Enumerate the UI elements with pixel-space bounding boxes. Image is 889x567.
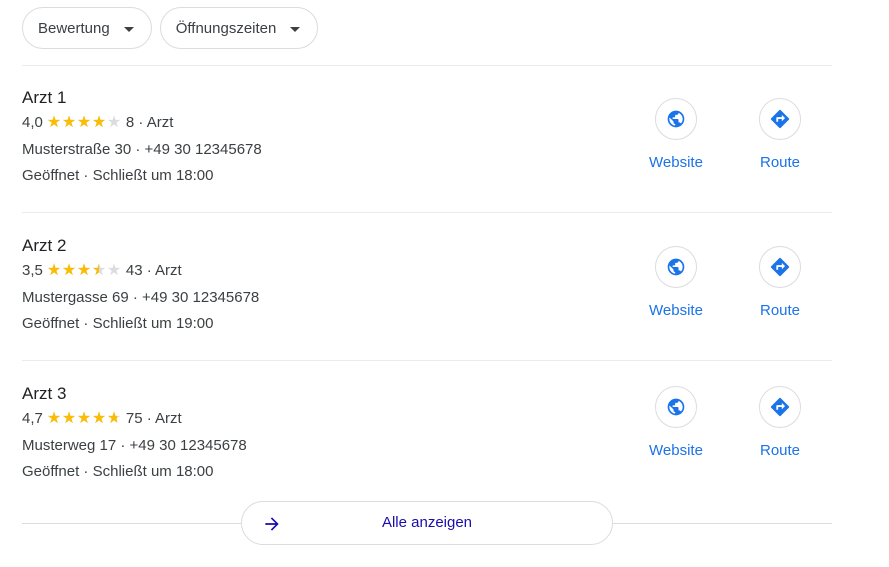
result-title[interactable]: Arzt 3	[22, 384, 66, 404]
star-rating: ★★★★★★★★★★	[46, 410, 122, 427]
star-icon: ★★	[76, 262, 92, 279]
result-title[interactable]: Arzt 2	[22, 236, 66, 256]
globe-icon	[667, 258, 685, 276]
star-fill: ★	[61, 115, 77, 130]
star-rating: ★★★★★★★★★★	[46, 262, 122, 279]
address-phone: Musterweg 17 · +49 30 12345678	[22, 437, 247, 454]
route-label: Route	[759, 442, 801, 459]
website-circle	[655, 98, 697, 140]
rating-line: 3,5 ★★★★★★★★★★ 43 · Arzt	[22, 262, 182, 279]
local-results-panel: Bewertung Öffnungszeiten Arzt 1 4,0 ★ ★ ★ ★…	[0, 0, 889, 567]
route-button[interactable]: Route	[740, 97, 820, 171]
star-icon: ★★	[91, 114, 107, 131]
divider	[22, 212, 832, 213]
result-item[interactable]: Arzt 1 4,0 ★★★★★★★★★★ 8 · Arzt Musterstr…	[22, 88, 832, 198]
route-circle	[759, 386, 801, 428]
opening-hours: Geöffnet · Schließt um 18:00	[22, 463, 214, 480]
star-fill: ★	[91, 411, 107, 426]
website-button[interactable]: Website	[636, 97, 716, 171]
star-icon: ★★	[61, 262, 77, 279]
filter-chip-hours[interactable]: Öffnungszeiten	[159, 7, 319, 49]
globe-icon	[667, 110, 685, 128]
divider	[22, 65, 832, 66]
globe-icon	[667, 398, 685, 416]
star-icon: ★★	[76, 114, 92, 131]
star-fill: ★	[76, 411, 92, 426]
star-icon: ★★	[61, 114, 77, 131]
rating-value: 4,7	[22, 410, 43, 427]
star-fill: ★	[61, 411, 77, 426]
filter-chip-rating[interactable]: Bewertung	[22, 7, 152, 49]
star-icon: ★★	[106, 262, 122, 279]
result-item[interactable]: Arzt 2 3,5 ★★★★★★★★★★ 43 · Arzt Musterga…	[22, 236, 832, 346]
website-label: Website	[649, 154, 703, 171]
route-circle	[759, 98, 801, 140]
star-fill: ★	[106, 411, 118, 426]
star-icon: ★★	[76, 410, 92, 427]
star-fill: ★	[91, 263, 100, 278]
star-fill: ★	[76, 263, 92, 278]
rating-value: 4,0	[22, 114, 43, 131]
filter-chip-label: Bewertung	[38, 19, 110, 37]
star-icon: ★★	[46, 262, 62, 279]
website-circle	[655, 246, 697, 288]
star-icon: ★★	[91, 262, 107, 279]
star-icon: ★★	[106, 114, 122, 131]
review-count-category: 75 · Arzt	[125, 410, 182, 427]
filter-chips: Bewertung Öffnungszeiten	[22, 7, 319, 49]
star-fill: ★	[61, 263, 77, 278]
route-circle	[759, 246, 801, 288]
opening-hours: Geöffnet · Schließt um 18:00	[22, 167, 214, 184]
review-count-category: 8 · Arzt	[125, 114, 174, 131]
directions-icon	[770, 109, 790, 129]
divider	[22, 360, 832, 361]
website-button[interactable]: Website	[636, 385, 716, 459]
rating-line: 4,0 ★★★★★★★★★★ 8 · Arzt	[22, 114, 173, 131]
star-fill: ★	[76, 115, 92, 130]
address-phone: Mustergasse 69 · +49 30 12345678	[22, 289, 260, 306]
show-all-label: Alle anzeigen	[381, 514, 473, 531]
result-title[interactable]: Arzt 1	[22, 88, 66, 108]
directions-icon	[770, 397, 790, 417]
opening-hours: Geöffnet · Schließt um 19:00	[22, 315, 214, 332]
route-button[interactable]: Route	[740, 245, 820, 319]
website-label: Website	[649, 442, 703, 459]
star-icon: ★★	[46, 410, 62, 427]
directions-icon	[770, 257, 790, 277]
star-icon: ★★	[61, 410, 77, 427]
show-all-button[interactable]: Alle anzeigen	[241, 501, 613, 545]
review-count-category: 43 · Arzt	[125, 262, 182, 279]
website-circle	[655, 386, 697, 428]
star-fill: ★	[46, 263, 62, 278]
route-label: Route	[759, 154, 801, 171]
caret-down-icon	[290, 26, 301, 32]
star-icon: ★★	[46, 114, 62, 131]
star-rating: ★★★★★★★★★★	[46, 114, 122, 131]
star-icon: ★★	[106, 410, 122, 427]
caret-down-icon	[123, 26, 134, 32]
rating-line: 4,7 ★ ★ ★ ★ ★ ★ ★ ★ ★ ★ 75 · Arzt	[22, 410, 182, 427]
star-icon: ★★	[91, 410, 107, 427]
website-label: Website	[649, 302, 703, 319]
route-button[interactable]: Route	[740, 385, 820, 459]
website-button[interactable]: Website	[636, 245, 716, 319]
star-fill: ★	[46, 115, 62, 130]
filter-chip-label: Öffnungszeiten	[175, 19, 277, 37]
star-fill: ★	[91, 115, 107, 130]
star-fill: ★	[46, 411, 62, 426]
route-label: Route	[759, 302, 801, 319]
rating-value: 3,5	[22, 262, 43, 279]
address-phone: Musterstraße 30 · +49 30 12345678	[22, 141, 262, 158]
result-item[interactable]: Arzt 3 4,7 ★ ★ ★ ★ ★ ★ ★ ★ ★ ★ 75 · Arzt Musterwe…	[22, 384, 832, 494]
